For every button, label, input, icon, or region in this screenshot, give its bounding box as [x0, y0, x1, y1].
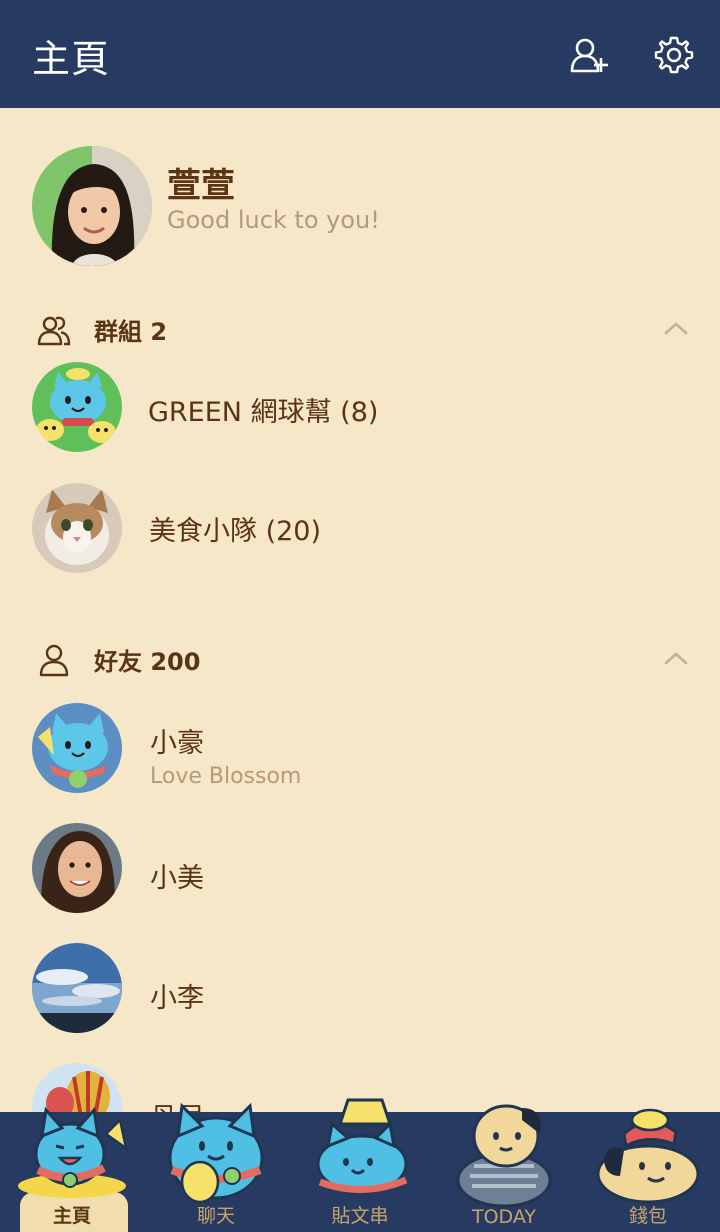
home-content[interactable]: 萱萱 Good luck to you! 群組 2 GREEN 網球幫 (8) …	[0, 108, 720, 1112]
friend-status-message: Love Blossom	[150, 764, 302, 789]
friend-row[interactable]: 小豪 Love Blossom	[0, 698, 720, 808]
bottom-tab-bar: 主頁 聊天 貼文串 TODAY 錢包	[0, 1098, 720, 1232]
friend-name: 小李	[150, 983, 204, 1014]
friend-avatar	[32, 703, 122, 793]
friend-icon	[36, 642, 72, 678]
chevron-up-icon[interactable]	[662, 318, 690, 338]
friend-row[interactable]: 小李	[0, 938, 720, 1048]
group-row[interactable]: GREEN 網球幫 (8)	[0, 353, 720, 463]
friend-name: 小豪	[150, 728, 204, 759]
mascot-cat-icon	[8, 1090, 136, 1210]
friend-name: 小美	[150, 863, 204, 894]
top-bar: 主頁	[0, 0, 720, 108]
friend-avatar	[32, 943, 122, 1033]
my-name[interactable]: 萱萱	[167, 158, 235, 207]
tab-home[interactable]: 主頁	[0, 1106, 144, 1232]
tab-label: 錢包	[628, 1205, 667, 1227]
group-name: 美食小隊 (20)	[149, 516, 322, 547]
gear-icon[interactable]	[653, 34, 695, 76]
group-icon	[36, 312, 72, 348]
groups-section-header[interactable]: 群組 2	[0, 308, 720, 358]
my-status-message[interactable]: Good luck to you!	[167, 206, 380, 234]
friends-section-header[interactable]: 好友 200	[0, 638, 720, 688]
my-avatar[interactable]	[32, 146, 152, 266]
mascot-dog-icon	[440, 1090, 568, 1210]
mascot-cat-icon	[296, 1090, 424, 1210]
tab-chats[interactable]: 聊天	[144, 1102, 288, 1232]
chevron-up-icon[interactable]	[662, 648, 690, 668]
tab-wallet[interactable]: 錢包	[576, 1108, 720, 1232]
group-avatar	[32, 362, 122, 452]
mascot-cat-icon	[152, 1090, 280, 1210]
page-title: 主頁	[32, 37, 111, 81]
tab-label: 貼文串	[331, 1205, 389, 1227]
tab-timeline[interactable]: 貼文串	[288, 1098, 432, 1232]
group-name: GREEN 網球幫 (8)	[148, 397, 379, 428]
mascot-dog-icon	[584, 1090, 712, 1210]
friends-count-label: 好友 200	[94, 648, 201, 676]
groups-count-label: 群組 2	[94, 318, 168, 346]
tab-label: TODAY	[472, 1206, 536, 1228]
tab-label: 主頁	[52, 1205, 91, 1227]
friend-avatar	[32, 823, 122, 913]
group-avatar	[32, 483, 122, 573]
tab-today[interactable]: TODAY	[432, 1104, 576, 1232]
group-row[interactable]: 美食小隊 (20)	[0, 473, 720, 583]
friend-row[interactable]: 小美	[0, 818, 720, 928]
tab-label: 聊天	[196, 1205, 235, 1227]
add-friend-icon[interactable]	[568, 34, 610, 76]
